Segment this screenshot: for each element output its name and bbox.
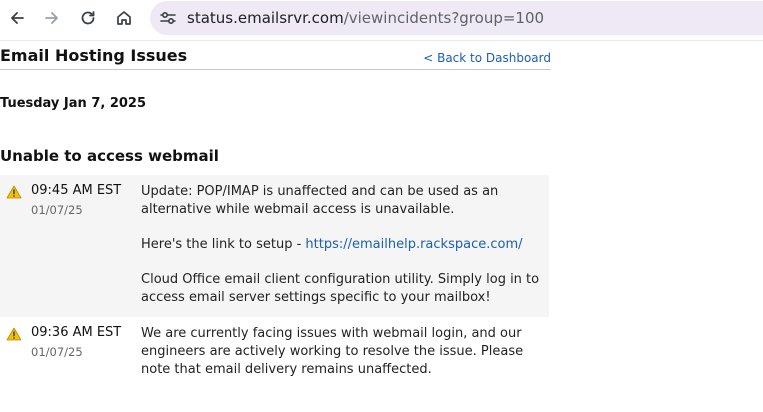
url-host: status.emailsrvr.com xyxy=(187,9,344,27)
title-divider xyxy=(0,69,551,70)
toolbar-divider xyxy=(0,40,763,41)
browser-toolbar: status.emailsrvr.com/viewincidents?group… xyxy=(0,0,763,36)
update-message: We are currently facing issues with webm… xyxy=(141,325,541,379)
warning-icon xyxy=(6,327,22,341)
incident-update: 09:36 AM EST 01/07/25 We are currently f… xyxy=(0,317,549,393)
page-title: Email Hosting Issues xyxy=(0,46,188,65)
date-heading: Tuesday Jan 7, 2025 xyxy=(0,96,147,111)
incident-update: 09:45 AM EST 01/07/25 Update: POP/IMAP i… xyxy=(0,175,549,317)
update-time: 09:45 AM EST xyxy=(31,183,122,198)
forward-arrow-icon[interactable] xyxy=(37,3,67,33)
update-time: 09:36 AM EST xyxy=(31,325,122,340)
url-text[interactable]: status.emailsrvr.com/viewincidents?group… xyxy=(187,9,544,27)
address-bar[interactable]: status.emailsrvr.com/viewincidents?group… xyxy=(150,1,763,35)
incident-title: Unable to access webmail xyxy=(0,147,219,165)
back-arrow-icon[interactable] xyxy=(2,3,32,33)
update-paragraph: Cloud Office email client configuration … xyxy=(141,272,540,305)
home-icon[interactable] xyxy=(109,3,139,33)
update-paragraph: Here's the link to setup - https://email… xyxy=(141,236,541,254)
warning-icon xyxy=(6,185,22,199)
update-paragraph: We are currently facing issues with webm… xyxy=(141,326,524,377)
url-path: /viewincidents?group=100 xyxy=(343,9,545,27)
update-paragraph: Update: POP/IMAP is unaffected and can b… xyxy=(141,184,499,217)
update-message: Update: POP/IMAP is unaffected and can b… xyxy=(141,183,541,307)
update-link-prefix: Here's the link to setup - xyxy=(141,237,306,252)
setup-help-link[interactable]: https://emailhelp.rackspace.com/ xyxy=(305,237,522,252)
reload-icon[interactable] xyxy=(73,3,103,33)
update-date: 01/07/25 xyxy=(31,345,83,359)
site-info-icon[interactable] xyxy=(158,8,178,28)
update-date: 01/07/25 xyxy=(31,203,83,217)
back-to-dashboard-link[interactable]: < Back to Dashboard xyxy=(423,51,551,65)
